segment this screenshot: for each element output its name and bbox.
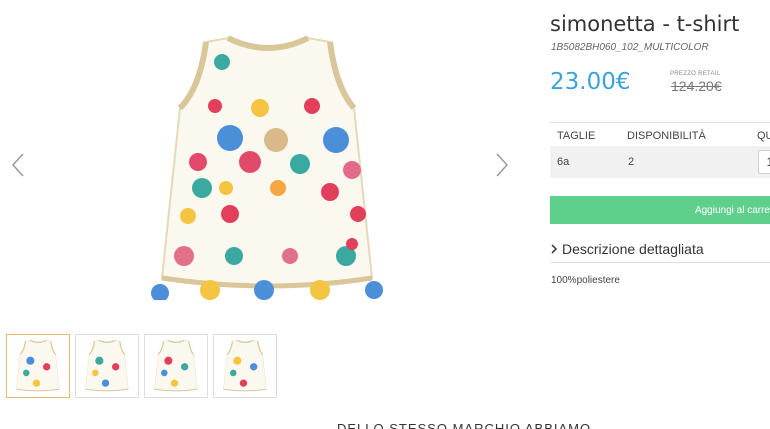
thumbnail-1[interactable] <box>6 334 70 398</box>
related-products-heading: DELLO STESSO MARCHIO ABBIAMO <box>337 421 592 429</box>
column-header-availability: DISPONIBILITÀ <box>627 130 706 142</box>
column-header-quantity: QU <box>757 130 770 142</box>
description-content: 100%poliestere <box>551 275 620 286</box>
product-info-panel: simonetta - t-shirt 1B5082BH060_102_MULT… <box>550 0 770 429</box>
add-to-cart-button[interactable]: Aggiungi al carre <box>550 196 770 224</box>
quantity-input[interactable]: 1 <box>758 150 770 174</box>
chevron-right-icon <box>496 153 509 177</box>
chevron-left-icon <box>11 153 24 177</box>
product-page: simonetta - t-shirt 1B5082BH060_102_MULT… <box>0 0 770 429</box>
description-label: Descrizione dettagliata <box>562 241 704 257</box>
description-toggle[interactable]: Descrizione dettagliata <box>550 237 770 263</box>
availability-cell: 2 <box>628 156 635 168</box>
product-sku: 1B5082BH060_102_MULTICOLOR <box>551 42 709 53</box>
gallery-prev-button[interactable] <box>8 150 28 180</box>
thumbnail-image <box>222 339 267 392</box>
size-cell[interactable]: 6a <box>557 156 569 168</box>
thumbnail-4[interactable] <box>213 334 277 398</box>
column-header-sizes: TAGLIE <box>557 130 596 142</box>
table-row: 6a 2 1 <box>550 146 770 178</box>
thumbnail-image <box>84 339 129 392</box>
retail-price: 124.20€ <box>671 78 722 94</box>
thumbnail-image <box>153 339 198 392</box>
product-title: simonetta - t-shirt <box>550 12 740 36</box>
product-price: 23.00€ <box>550 69 631 95</box>
retail-price-label: PREZZO RETAIL <box>670 71 721 77</box>
thumbnail-image <box>15 339 60 392</box>
thumbnail-3[interactable] <box>144 334 208 398</box>
gallery-next-button[interactable] <box>492 150 512 180</box>
thumbnail-strip <box>6 334 277 398</box>
availability-table-header: TAGLIE DISPONIBILITÀ QU <box>550 122 770 146</box>
thumbnail-2[interactable] <box>75 334 139 398</box>
chevron-right-small-icon <box>551 244 558 254</box>
product-main-image <box>151 28 383 300</box>
